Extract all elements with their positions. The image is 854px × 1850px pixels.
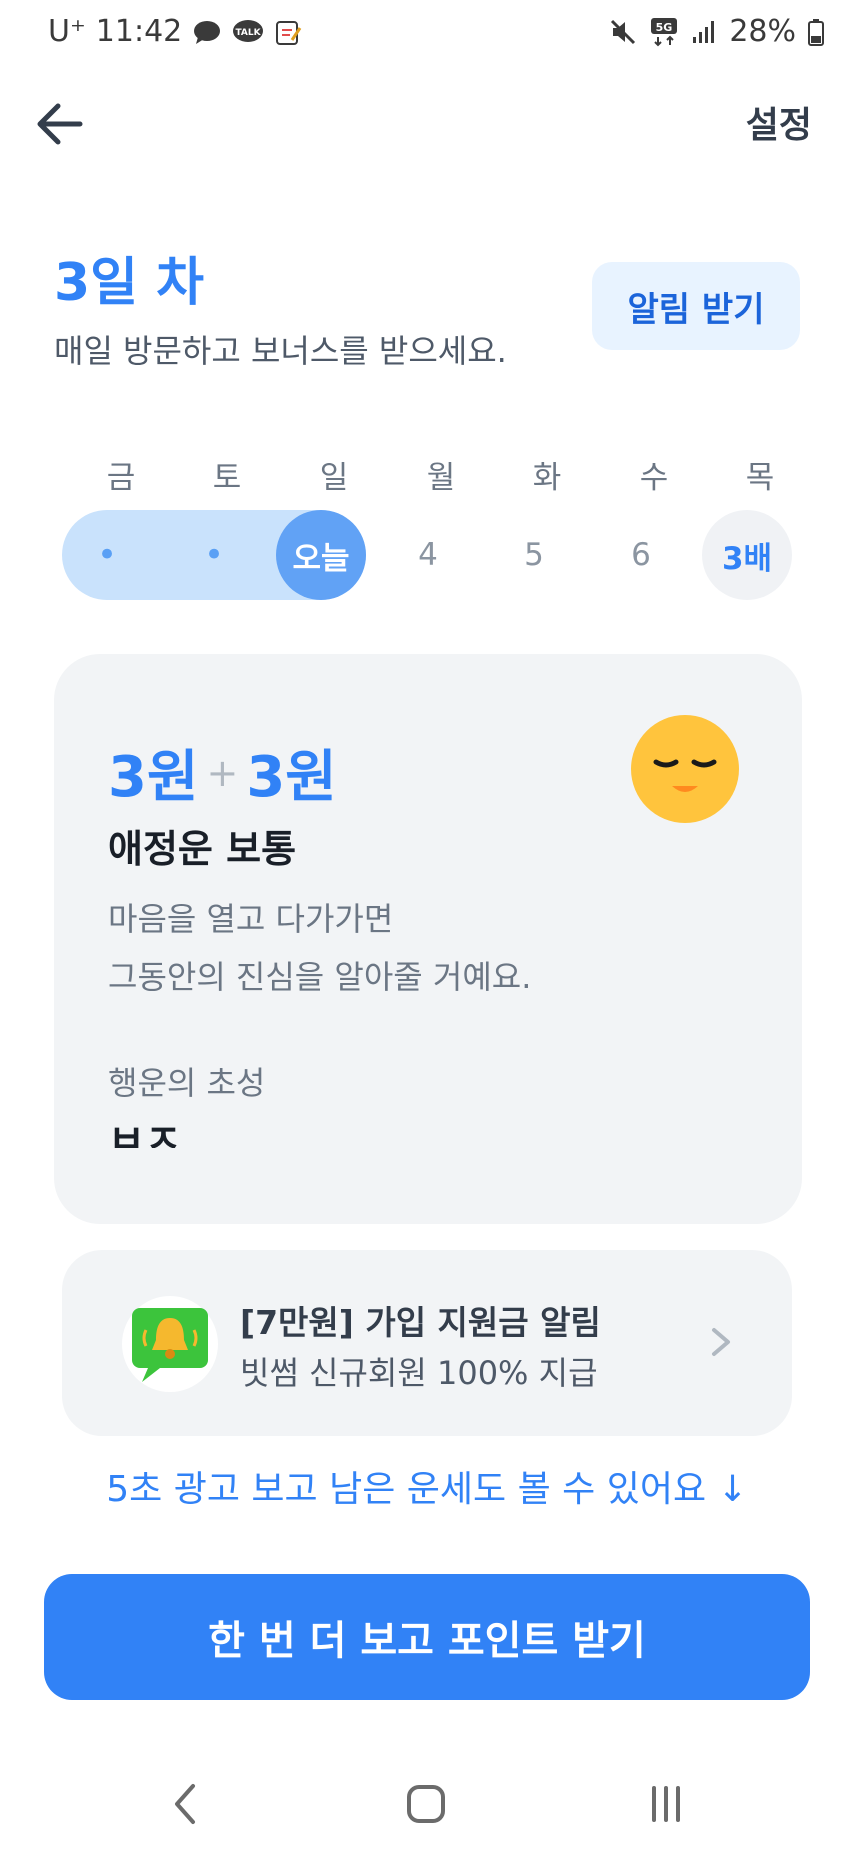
ad-title: [7만원] 가입 지원금 알림 (240, 1303, 601, 1342)
points-reward: 3원 + 3원 (108, 732, 337, 813)
arrow-left-icon (37, 103, 83, 145)
svg-text:5G: 5G (656, 21, 673, 34)
weekday-label: 목 (745, 460, 775, 496)
battery-icon (808, 18, 824, 46)
mute-icon (609, 18, 637, 46)
bell-icon (122, 1296, 218, 1392)
weekday-label: 토 (212, 460, 242, 496)
carrier-label: U⁺ (48, 14, 86, 49)
lucky-initials-value: ㅂㅈ (108, 1122, 182, 1148)
day-count-subtitle: 매일 방문하고 보너스를 받으세요. (54, 332, 507, 370)
day-cell-done: • (169, 510, 259, 600)
day-cell-today: 오늘 (276, 510, 366, 600)
nav-recents-icon[interactable] (636, 1774, 696, 1834)
system-nav-bar (0, 1760, 854, 1850)
ad-banner[interactable]: [7만원] 가입 지원금 알림 빗썸 신규회원 100% 지급 (62, 1250, 792, 1436)
watch-ad-points-button[interactable]: 한 번 더 보고 포인트 받기 (44, 1574, 810, 1700)
day-cell-value: • (203, 535, 225, 575)
base-points: 3원 (108, 745, 199, 810)
day-cell: 6 (631, 537, 651, 573)
plus-sign: + (206, 750, 239, 795)
nav-back-icon[interactable] (156, 1774, 216, 1834)
see-more-fortune-link[interactable]: 5초 광고 보고 남은 운세도 볼 수 있어요 ↓ (0, 1460, 854, 1512)
status-right: 5G 28% (609, 14, 824, 49)
lucky-initials-text: ㅂㅈ (108, 1122, 182, 1148)
weekday-label: 화 (532, 460, 562, 496)
weekday-labels: 금 토 일 월 화 수 목 (54, 452, 800, 496)
day-count-title: 3일 차 (54, 253, 204, 313)
fortune-card: 3원 + 3원 애정운 보통 마음을 열고 다가가면 그동안의 진심을 알아줄 … (54, 654, 802, 1224)
battery-label: 28% (729, 14, 796, 49)
fortune-desc-line: 그동안의 진심을 알아줄 거예요. (108, 958, 532, 996)
sleepy-face-icon (630, 714, 740, 824)
day-cell: 4 (418, 537, 438, 573)
fortune-desc-line: 마음을 열고 다가가면 (108, 900, 394, 938)
weekday-label: 금 (106, 460, 136, 496)
day-cell-bonus: 3배 (702, 510, 792, 600)
lucky-initials-label: 행운의 초성 (108, 1064, 266, 1102)
status-left: U⁺ 11:42 TALK (48, 14, 302, 49)
nav-home-icon[interactable] (396, 1774, 456, 1834)
clock: 11:42 (95, 14, 183, 49)
weekday-label: 수 (639, 460, 669, 496)
day-cell-value: • (96, 535, 118, 575)
day-cell: 5 (524, 537, 544, 573)
back-button[interactable] (28, 92, 92, 156)
network-5g-icon: 5G (649, 17, 679, 47)
weekday-label: 월 (426, 460, 456, 496)
settings-button[interactable]: 설정 (746, 96, 812, 148)
ad-subtitle: 빗썸 신규회원 100% 지급 (240, 1354, 598, 1392)
weekday-label: 일 (319, 460, 349, 496)
chat-bubble-icon (192, 19, 222, 45)
status-bar: U⁺ 11:42 TALK 5G 28% (0, 0, 854, 68)
note-icon (274, 18, 302, 46)
bonus-points: 3원 (246, 745, 337, 810)
svg-text:TALK: TALK (236, 28, 262, 38)
fortune-category-label: 애정운 보통 (108, 827, 297, 871)
alarm-button[interactable]: 알림 받기 (592, 262, 800, 350)
day-cell-done: • (62, 510, 152, 600)
talk-icon: TALK (232, 19, 264, 45)
signal-icon (691, 19, 717, 45)
chevron-right-icon (706, 1322, 736, 1362)
fortune-description: 마음을 열고 다가가면 그동안의 진심을 알아줄 거예요. (108, 890, 531, 1006)
